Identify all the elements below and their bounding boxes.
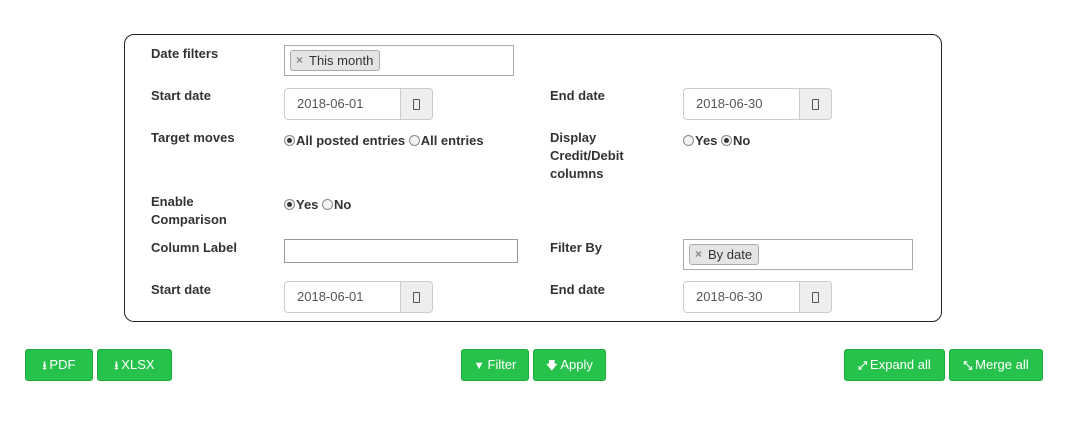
filter-button-label: Filter [487, 357, 517, 372]
target-moves-all-posted-radio[interactable] [284, 135, 295, 146]
end-date-picker: 2018-06-30 [683, 88, 833, 120]
merge-all-button-label: Merge all [975, 357, 1029, 372]
column-label-input[interactable] [284, 239, 518, 263]
comparison-end-date-picker: 2018-06-30 [683, 281, 833, 313]
comparison-start-date-label: Start date [151, 282, 211, 297]
download-icon: ⭳ [114, 360, 119, 372]
filter-by-label: Filter By [550, 240, 603, 255]
expand-all-button[interactable]: ⤢ Expand all [844, 349, 945, 381]
apply-button-label: Apply [560, 357, 593, 372]
date-filters-select[interactable]: × This month [284, 45, 514, 76]
date-filter-tag[interactable]: × This month [290, 50, 381, 71]
calendar-icon [413, 292, 420, 303]
calendar-icon [413, 99, 420, 110]
display-credit-debit-label: Display Credit/Debit columns [550, 130, 624, 181]
filter-by-tag[interactable]: × By date [689, 244, 760, 265]
pdf-button-label: PDF [49, 357, 76, 372]
filter-button[interactable]: ▼ Filter [461, 349, 529, 381]
comparison-start-date-input[interactable]: 2018-06-01 [284, 281, 401, 313]
comparison-end-date-label: End date [550, 282, 605, 297]
display-credit-debit-yes-radio[interactable] [683, 135, 694, 146]
apply-button[interactable]: 🡇 Apply [533, 349, 606, 381]
expand-icon: ⤢ [858, 360, 868, 372]
start-date-picker: 2018-06-01 [284, 88, 434, 120]
download-icon: ⭳ [42, 360, 47, 372]
pdf-button[interactable]: ⭳ PDF [25, 349, 93, 381]
enable-comparison-yes-label: Yes [296, 197, 319, 212]
merge-all-button[interactable]: ⤡ Merge all [949, 349, 1043, 381]
target-moves-radio-group: All posted entries All entries [284, 133, 484, 149]
target-moves-all-entries-label: All entries [420, 133, 484, 148]
end-date-calendar-button[interactable] [799, 88, 832, 120]
enable-comparison-no-label: No [334, 197, 352, 212]
compress-icon: ⤡ [963, 360, 973, 372]
date-filter-tag-label: This month [309, 53, 374, 68]
enable-comparison-yes-radio[interactable] [284, 199, 295, 210]
display-credit-debit-no-label: No [733, 133, 751, 148]
target-moves-all-posted-label: All posted entries [296, 133, 406, 148]
column-label-label: Column Label [151, 240, 237, 255]
display-credit-debit-yes-label: Yes [695, 133, 718, 148]
date-filters-label: Date filters [151, 46, 219, 61]
comparison-end-date-input[interactable]: 2018-06-30 [683, 281, 800, 313]
calendar-icon [812, 99, 819, 110]
start-date-input[interactable]: 2018-06-01 [284, 88, 401, 120]
expand-all-button-label: Expand all [870, 357, 931, 372]
display-credit-debit-no-radio[interactable] [721, 135, 733, 146]
xlsx-button[interactable]: ⭳ XLSX [97, 349, 172, 381]
start-date-label: Start date [151, 88, 211, 103]
comparison-start-date-calendar-button[interactable] [400, 281, 433, 313]
end-date-label: End date [550, 88, 605, 103]
filter-by-tag-label: By date [708, 247, 753, 262]
filter-panel: Date filters × This month Start date 201… [124, 34, 942, 322]
remove-tag-icon[interactable]: × [695, 245, 702, 264]
filter-icon: ▼ [473, 360, 485, 372]
end-date-input[interactable]: 2018-06-30 [683, 88, 800, 120]
remove-tag-icon[interactable]: × [296, 51, 303, 70]
comparison-end-date-calendar-button[interactable] [799, 281, 832, 313]
enable-comparison-label: Enable Comparison [151, 194, 227, 227]
filter-by-select[interactable]: × By date [683, 239, 913, 270]
comparison-start-date-picker: 2018-06-01 [284, 281, 434, 313]
calendar-icon [812, 292, 819, 303]
target-moves-label: Target moves [151, 130, 235, 145]
target-moves-all-entries-radio[interactable] [408, 135, 420, 146]
enable-comparison-radio-group: Yes No [284, 197, 351, 213]
display-credit-debit-radio-group: Yes No [683, 133, 750, 149]
enable-comparison-no-radio[interactable] [322, 199, 334, 210]
xlsx-button-label: XLSX [121, 357, 155, 372]
arrow-down-icon: 🡇 [546, 360, 558, 372]
start-date-calendar-button[interactable] [400, 88, 433, 120]
